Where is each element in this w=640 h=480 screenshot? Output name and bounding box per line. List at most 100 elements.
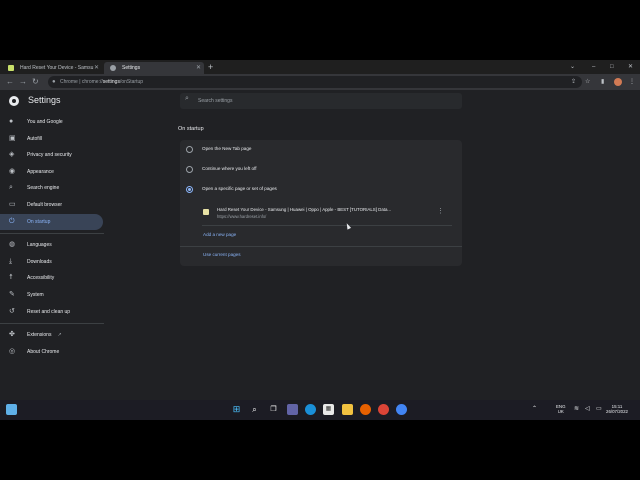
chrome-security-icon: ●: [52, 79, 56, 85]
region-code: UK: [557, 409, 564, 415]
sidebar-item-you-and-google[interactable]: ● You and Google: [0, 114, 110, 131]
store-icon[interactable]: ▦: [323, 404, 334, 415]
opera-icon[interactable]: [378, 404, 389, 415]
tab-settings[interactable]: Settings ✕: [104, 62, 204, 74]
share-icon[interactable]: ⇪: [571, 76, 576, 88]
person-icon: ●: [9, 118, 14, 125]
page-entry-url: https://www.hardreset.info/: [217, 214, 267, 219]
start-icon[interactable]: ⊞: [231, 404, 242, 415]
battery-icon[interactable]: ▭: [596, 406, 602, 413]
address-prefix: Chrome: [60, 79, 78, 85]
page-title: Settings: [28, 95, 61, 105]
sidebar-item-languages[interactable]: ◍ Languages: [0, 237, 110, 254]
add-new-page-button[interactable]: Add a new page: [203, 232, 236, 237]
radio-button[interactable]: [186, 146, 193, 153]
option-specific-pages[interactable]: Open a specific page or set of pages: [180, 180, 462, 200]
use-current-pages-button[interactable]: Use current pages: [203, 252, 241, 257]
chat-icon[interactable]: [287, 404, 298, 415]
screen: Hard Reset Your Device - Samsu ✕ Setting…: [0, 60, 640, 420]
sidebar-item-about[interactable]: ◎ About Chrome: [0, 344, 110, 361]
globe-icon: ◍: [9, 241, 16, 249]
new-tab-button[interactable]: +: [208, 61, 213, 73]
profile-avatar[interactable]: [614, 78, 622, 86]
more-actions-icon[interactable]: ⋮: [437, 207, 444, 215]
section-title: On startup: [178, 126, 204, 132]
volume-icon[interactable]: ◁: [585, 406, 590, 413]
sidebar-item-privacy[interactable]: ◈ Privacy and security: [0, 147, 110, 164]
gear-icon: [110, 65, 116, 71]
chevron-up-icon[interactable]: ⌃: [532, 406, 537, 413]
chrome-icon: ◎: [9, 347, 16, 355]
clock-date: 26/07/2022: [606, 409, 628, 415]
chrome-logo-icon: [9, 96, 19, 106]
sidebar-item-downloads[interactable]: ⤓ Downloads: [0, 254, 110, 271]
hardreset-favicon-icon: [8, 65, 14, 71]
sidebar-item-system[interactable]: ✎ System: [0, 287, 110, 304]
language-indicator[interactable]: ENG UK: [556, 404, 566, 414]
edge-icon[interactable]: [305, 404, 316, 415]
sidebar-item-default-browser[interactable]: ▭ Default browser: [0, 197, 110, 214]
sidebar-item-on-startup[interactable]: ⏻ On startup: [0, 213, 103, 231]
search-icon[interactable]: ⌕: [249, 404, 260, 415]
startup-page-entry: Hard Reset Your Device - Samsung | Huawe…: [202, 204, 452, 226]
firefox-icon[interactable]: [360, 404, 371, 415]
close-tab-icon[interactable]: ✕: [196, 62, 201, 74]
tab-strip: Hard Reset Your Device - Samsu ✕ Setting…: [0, 60, 640, 74]
sidebar-item-label: On startup: [27, 218, 51, 225]
windows-taskbar: ⊞ ⌕ ❐ ▦ ⌃ ENG UK ≋ ◁ ▭ 15:11 26/07/2022: [0, 400, 640, 420]
minimize-icon[interactable]: –: [592, 60, 595, 74]
startup-card: Open the New Tab page Continue where you…: [180, 140, 462, 266]
search-box[interactable]: ⌕: [180, 93, 462, 109]
settings-header: Settings ⌕: [0, 90, 640, 112]
close-tab-icon[interactable]: ✕: [94, 62, 99, 74]
search-icon: ⌕: [9, 184, 13, 192]
accessibility-icon: ☨: [9, 274, 13, 282]
tab-hardreset[interactable]: Hard Reset Your Device - Samsu ✕: [2, 62, 102, 74]
forward-icon[interactable]: →: [19, 76, 27, 88]
tab-title: Hard Reset Your Device - Samsu: [20, 65, 94, 71]
address-bar[interactable]: ● Chrome | chrome://settings/onStartup: [48, 76, 582, 88]
clock[interactable]: 15:11 26/07/2022: [606, 404, 628, 414]
bookmark-star-icon[interactable]: ☆: [585, 76, 590, 88]
widgets-icon[interactable]: [6, 404, 17, 415]
sidebar-item-label: Search engine: [27, 185, 60, 192]
wifi-icon[interactable]: ≋: [574, 406, 579, 413]
sidebar-item-label: Extensions: [27, 332, 52, 339]
reload-icon[interactable]: ↻: [32, 76, 39, 88]
radio-button[interactable]: [186, 166, 193, 173]
sidebar-item-extensions[interactable]: ✤ Extensions ↗: [0, 327, 110, 344]
option-label: Continue where you left off: [202, 166, 257, 171]
option-new-tab[interactable]: Open the New Tab page: [180, 140, 462, 160]
maximize-icon[interactable]: □: [610, 60, 614, 74]
tab-title: Settings: [122, 65, 141, 71]
key-icon: ▣: [9, 134, 16, 142]
side-panel-icon[interactable]: ▮: [601, 76, 604, 88]
search-input[interactable]: [196, 95, 446, 107]
sidebar-item-label: Privacy and security: [27, 152, 72, 159]
sidebar-item-reset[interactable]: ↺ Reset and clean up: [0, 304, 110, 321]
card-divider: [180, 246, 462, 247]
toolbar: ← → ↻ ● Chrome | chrome://settings/onSta…: [0, 74, 640, 90]
menu-icon[interactable]: ⋮: [629, 76, 635, 88]
sidebar-item-label: Languages: [27, 242, 52, 249]
task-view-icon[interactable]: ❐: [268, 404, 279, 415]
palette-icon: ◉: [9, 167, 16, 175]
sidebar-item-appearance[interactable]: ◉ Appearance: [0, 164, 110, 181]
tab-search-icon[interactable]: ⌄: [570, 60, 575, 74]
radio-button-selected[interactable]: [186, 186, 193, 193]
option-continue[interactable]: Continue where you left off: [180, 160, 462, 180]
external-link-icon: ↗: [57, 332, 62, 339]
chrome-icon[interactable]: [396, 404, 407, 415]
back-icon[interactable]: ←: [6, 76, 14, 88]
address-separator: |: [79, 79, 81, 85]
sidebar-item-search-engine[interactable]: ⌕ Search engine: [0, 180, 110, 197]
sidebar-item-label: Downloads: [27, 258, 52, 265]
reset-icon: ↺: [9, 307, 15, 315]
file-explorer-icon[interactable]: [342, 404, 353, 415]
page-entry-title: Hard Reset Your Device - Samsung | Huawe…: [217, 207, 392, 212]
close-window-icon[interactable]: ✕: [628, 60, 633, 74]
sidebar-item-autofill[interactable]: ▣ Autofill: [0, 131, 110, 148]
sidebar-item-label: About Chrome: [27, 348, 60, 355]
page-favicon-icon: [203, 209, 209, 215]
sidebar-item-accessibility[interactable]: ☨ Accessibility: [0, 270, 110, 287]
